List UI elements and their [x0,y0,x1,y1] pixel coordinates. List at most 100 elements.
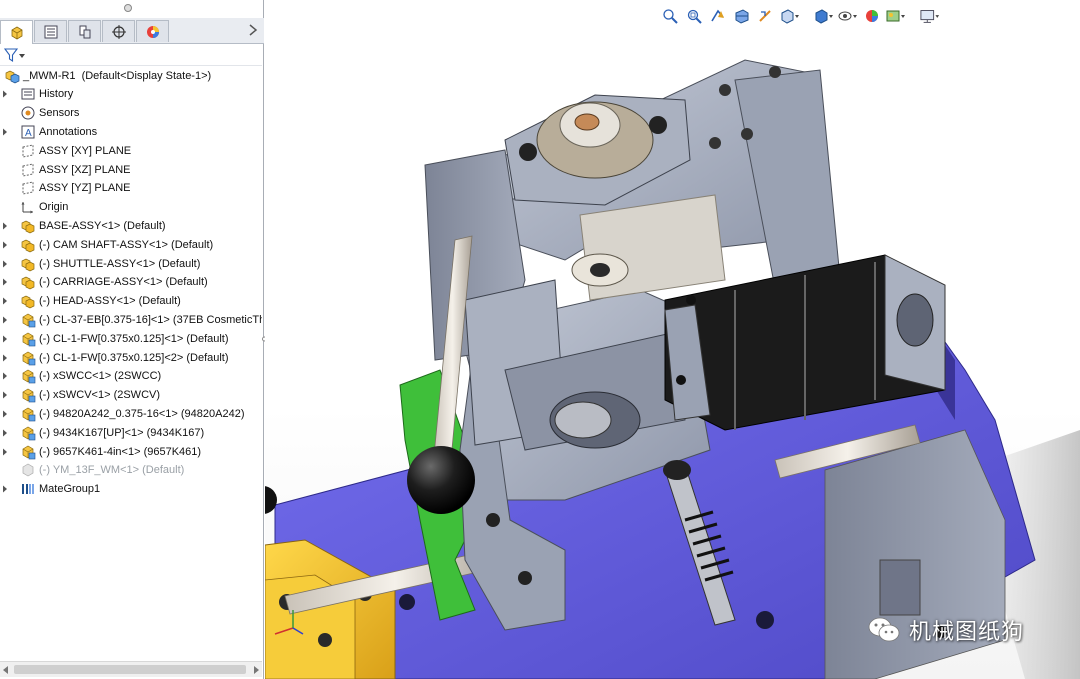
tree-item-cam-shaft-assy-1-default[interactable]: (-) CAM SHAFT-ASSY<1> (Default) [0,235,262,254]
tree-item-label: (-) xSWCC<1> (2SWCC) [39,370,162,383]
tree-item-label: (-) CL-1-FW[0.375x0.125]<2> (Default) [39,351,229,364]
panel-grip-handle[interactable] [124,4,132,12]
zoom-to-fit-button[interactable] [660,6,680,26]
view-settings-button[interactable] [920,6,940,26]
expand-arrow-icon[interactable] [0,235,10,254]
expand-arrow-icon[interactable] [0,442,10,461]
expand-arrow-icon[interactable] [0,310,10,329]
dimxpert-tab[interactable] [102,20,135,42]
assembly-model-render[interactable] [265,0,1080,679]
tree-item-9434k167-up-1-9434k167[interactable]: (-) 9434K167[UP]<1> (9434K167) [0,423,262,442]
tree-item-cl-37-eb-0-375-16-1-37eb-cosmeticth[interactable]: (-) CL-37-EB[0.375-16]<1> (37EB Cosmetic… [0,310,262,329]
bearing-bore [574,113,600,131]
configurationmanager-icon [79,25,90,38]
chevron-right-icon[interactable] [248,24,258,36]
tree-item-annotations[interactable]: A Annotations [0,122,262,141]
hide-show-items-button[interactable] [838,6,858,26]
tree-item-label: Annotations [39,125,98,138]
graphics-area[interactable]: 机械图纸狗 [265,0,1080,679]
tree-item-head-assy-1-default[interactable]: (-) HEAD-ASSY<1> (Default) [0,292,262,311]
featuremanager-tab[interactable] [0,20,33,44]
configurationmanager-tab[interactable] [68,20,101,42]
filter-icon[interactable] [4,47,26,63]
part-icon [22,445,36,459]
tree-item-94820a242-0-375-16-1-94820a242[interactable]: (-) 94820A242_0.375-16<1> (94820A242) [0,404,262,423]
tree-item-origin[interactable]: Origin [0,198,262,217]
apply-scene-icon [886,10,905,22]
tree-item-label: Sensors [39,107,80,120]
tree-item-xswcc-1-2swcc[interactable]: (-) xSWCC<1> (2SWCC) [0,367,262,386]
spindle-bearing [554,401,612,439]
previous-view-button[interactable] [708,6,728,26]
tree-item-shuttle-assy-1-default[interactable]: (-) SHUTTLE-ASSY<1> (Default) [0,254,262,273]
ball-knob[interactable] [407,446,475,514]
expand-arrow-icon[interactable] [0,292,10,311]
suppressed-part-icon [22,463,34,477]
tree-item-label: (-) 94820A242_0.375-16<1> (94820A242) [39,407,245,420]
tree-item-label: (-) 9434K167[UP]<1> (9434K167) [39,426,205,439]
tree-item-cl-1-fw-0-375x0-125-2-default[interactable]: (-) CL-1-FW[0.375x0.125]<2> (Default) [0,348,262,367]
tree-item-cl-1-fw-0-375x0-125-1-default[interactable]: (-) CL-1-FW[0.375x0.125]<1> (Default) [0,329,262,348]
tree-item-history[interactable]: History [0,85,262,104]
tree-item-assy-yz-plane[interactable]: ASSY [YZ] PLANE [0,179,262,198]
scroll-left-icon[interactable] [3,666,8,674]
spring-nut [663,460,691,480]
display-manager-tab[interactable] [136,20,169,42]
expand-arrow-icon[interactable] [0,386,10,405]
propertymanager-tab[interactable] [34,20,67,42]
dynamic-annotation-button[interactable] [756,6,776,26]
tree-item-carriage-assy-1-default[interactable]: (-) CARRIAGE-ASSY<1> (Default) [0,273,262,292]
tree-item-label: (-) CL-1-FW[0.375x0.125]<1> (Default) [39,332,229,345]
tree-item-assy-xy-plane[interactable]: ASSY [XY] PLANE [0,141,262,160]
tree-item-label: BASE-ASSY<1> (Default) [39,219,166,232]
tree-item-9657k461-4in-1-9657k461[interactable]: (-) 9657K461-4in<1> (9657K461) [0,442,262,461]
expand-arrow-icon[interactable] [0,348,10,367]
bolt-hole [518,571,532,585]
expand-arrow-icon[interactable] [0,254,10,273]
yellow-bracket-hole [318,633,332,647]
tree-root-assembly[interactable]: _MWM-R1 (Default<Display State-1>) [0,66,262,85]
origin-icon [21,202,33,214]
assembly-icon [5,70,20,83]
watermark: 机械图纸狗 [867,614,1024,646]
expand-arrow-icon[interactable] [0,216,10,235]
subassembly-icon [21,239,35,253]
base-hole [756,611,774,629]
heads-up-view-toolbar [660,6,940,26]
expand-arrow-icon[interactable] [0,85,10,104]
part-icon [22,388,36,403]
expand-arrow-icon[interactable] [0,404,10,423]
tree-horizontal-scrollbar[interactable] [0,661,262,677]
expand-arrow-icon[interactable] [0,423,10,442]
tree-item-xswcv-1-2swcv[interactable]: (-) xSWCV<1> (2SWCV) [0,386,262,405]
tree-item-mategroup1[interactable]: MateGroup1 [0,480,262,499]
scroll-right-icon[interactable] [254,666,259,674]
scrollbar-thumb[interactable] [14,665,246,674]
display-style-button[interactable] [814,6,834,26]
expand-arrow-icon[interactable] [0,122,10,141]
expand-spacer [0,179,10,198]
expand-arrow-icon[interactable] [0,329,10,348]
motor-screw [686,295,696,305]
expand-arrow-icon[interactable] [0,273,10,292]
view-orientation-icon [781,9,799,24]
expand-arrow-icon[interactable] [0,367,10,386]
view-orientation-button[interactable] [780,6,800,26]
expand-spacer [0,141,10,160]
bolt-hole [486,513,500,527]
tree-item-label: ASSY [YZ] PLANE [39,182,131,195]
apply-scene-button[interactable] [886,6,906,26]
cam-follower-hub [590,263,610,277]
zoom-to-area-button[interactable] [684,6,704,26]
annotation-icon: A [21,125,35,139]
edit-appearance-button[interactable] [862,6,882,26]
zoom-to-area-icon [687,9,702,24]
tree-item-assy-xz-plane[interactable]: ASSY [XZ] PLANE [0,160,262,179]
section-view-button[interactable] [732,6,752,26]
tree-item-sensors[interactable]: Sensors [0,104,262,123]
tree-item-base-assy-1-default[interactable]: BASE-ASSY<1> (Default) [0,216,262,235]
bolt-hole [741,128,753,140]
section-view-icon [735,9,749,24]
tree-item-ym-13f-wm-1-default[interactable]: (-) YM_13F_WM<1> (Default) [0,461,262,480]
expand-arrow-icon[interactable] [0,480,10,499]
